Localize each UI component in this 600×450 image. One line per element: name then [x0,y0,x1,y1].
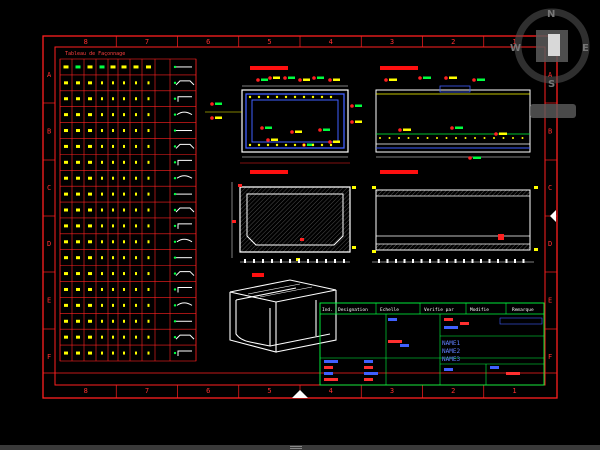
zone-number-bottom: 2 [451,387,455,395]
zone-letter-right: F [548,353,552,361]
zone-letter-left: E [47,297,51,305]
zone-letter-left: A [47,71,52,79]
zone-number-top: 8 [84,38,88,46]
tb-header-modifie: Modifie [470,307,489,313]
zone-letter-right: E [548,297,552,305]
zone-letter-left: C [47,184,51,192]
longitudinal-view-reinforcement [375,66,531,160]
tb-name3: NAME3 [442,356,460,363]
zone-number-top: 3 [390,38,394,46]
tb-name1: NAME1 [442,340,460,347]
zone-letter-left: F [47,353,51,361]
zone-letter-left: B [47,128,51,136]
longitudinal-view-formwork [372,170,538,263]
rebar-schedule-table: Tableau de Façonnage [59,51,197,362]
tb-header-echelle: Echelle [380,307,399,313]
zone-number-top: 5 [267,38,271,46]
zone-letter-right: D [548,240,552,248]
tb-name2: NAME2 [442,348,460,355]
zone-letter-left: D [47,240,51,248]
resize-grip-icon[interactable] [290,446,302,449]
section-view-formwork [231,170,356,263]
zone-number-top: 7 [145,38,149,46]
section-view-reinforcement [205,66,362,164]
zone-letter-right: C [548,184,552,192]
tb-header-designation: Designation [338,307,368,313]
view-cube[interactable]: N S W E [510,8,590,90]
tb-header-ind: Ind. [322,307,333,313]
zone-number-bottom: 7 [145,387,149,395]
command-line-bar[interactable] [0,445,600,450]
zone-number-top: 6 [206,38,210,46]
zone-number-bottom: 1 [512,387,516,395]
cad-canvas[interactable]: 8877665544332211A AB BC CD DE EF F Tableau de … [0,0,600,445]
orientation-marker-right [550,210,556,222]
compass-west[interactable]: W [510,43,521,54]
zone-number-bottom: 6 [206,387,210,395]
compass-north[interactable]: N [547,9,555,20]
table-title: Tableau de Façonnage [65,51,125,57]
zone-number-bottom: 4 [329,387,333,395]
tb-header-remarque: Remarque [512,307,534,313]
compass-east[interactable]: E [582,43,589,54]
zone-letter-right: B [548,128,552,136]
zone-number-bottom: 5 [267,387,271,395]
orientation-marker-bottom [292,390,308,398]
zone-number-bottom: 3 [390,387,394,395]
zone-number-top: 4 [329,38,333,46]
zone-number-bottom: 8 [84,387,88,395]
wcs-menu-button[interactable] [530,104,576,118]
tb-header-verifie: Verifie par [424,307,454,313]
compass-south[interactable]: S [548,79,555,90]
drawing-viewport[interactable]: 8877665544332211AABBCCDDEEFF Tableau de … [0,0,600,445]
zone-number-top: 2 [451,38,455,46]
